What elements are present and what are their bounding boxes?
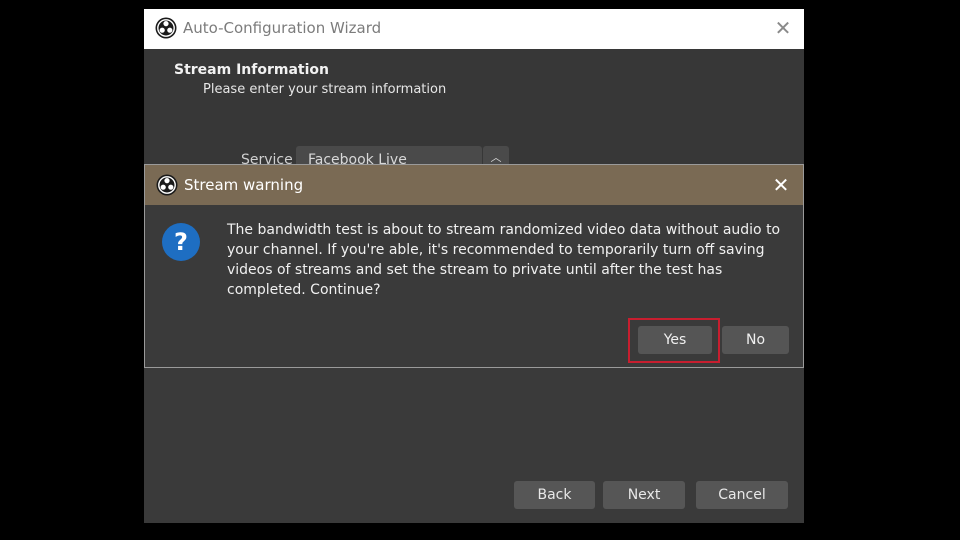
section-title: Stream Information (174, 62, 329, 78)
obs-logo-icon (155, 17, 177, 39)
yes-button[interactable]: Yes (638, 326, 712, 354)
question-icon: ? (162, 223, 200, 261)
stream-warning-dialog: Stream warning ✕ ? The bandwidth test is… (144, 164, 804, 368)
section-subtitle: Please enter your stream information (203, 82, 447, 97)
cancel-button[interactable]: Cancel (696, 481, 788, 509)
dialog-titlebar: Stream warning ✕ (145, 165, 803, 205)
dialog-message: The bandwidth test is about to stream ra… (227, 222, 781, 298)
wizard-titlebar: Auto-Configuration Wizard ✕ (144, 9, 804, 49)
close-icon[interactable]: ✕ (772, 17, 794, 39)
no-button[interactable]: No (722, 326, 789, 354)
close-icon[interactable]: ✕ (769, 173, 793, 197)
wizard-title: Auto-Configuration Wizard (183, 19, 382, 37)
dialog-title: Stream warning (184, 176, 304, 194)
back-button[interactable]: Back (514, 481, 595, 509)
next-button[interactable]: Next (603, 481, 685, 509)
obs-logo-icon (156, 174, 178, 196)
